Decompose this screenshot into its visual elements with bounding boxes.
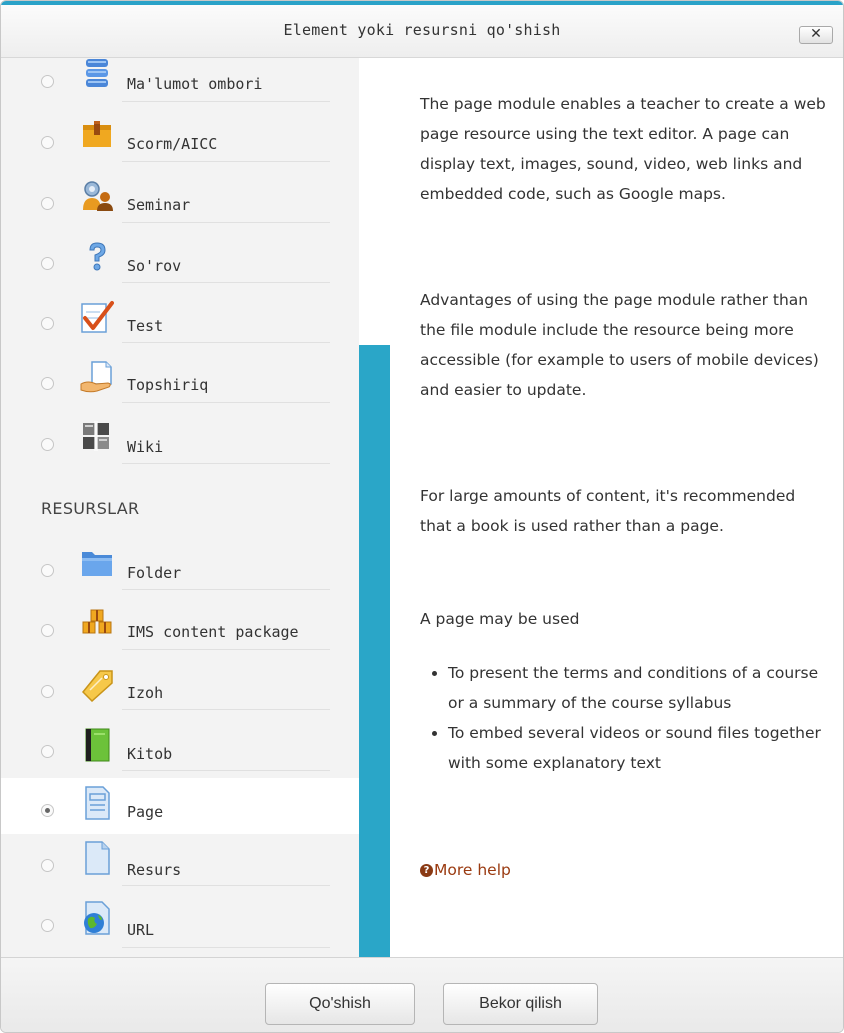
module-radio[interactable]: [41, 197, 54, 210]
module-label: IMS content package: [127, 623, 299, 641]
module-radio[interactable]: [41, 257, 54, 270]
help-paragraph: A page may be used: [420, 610, 580, 628]
dialog-title: Element yoki resursni qo'shish: [283, 21, 561, 39]
help-bullet: To embed several videos or sound files t…: [448, 718, 830, 778]
scrollbar-thumb[interactable]: [359, 345, 390, 957]
file-icon: [85, 841, 110, 875]
book-icon: [85, 728, 110, 762]
cancel-button[interactable]: Bekor qilish: [443, 983, 598, 1025]
module-label: Kitob: [127, 745, 173, 763]
help-paragraph: For large amounts of content, it's recom…: [420, 487, 796, 535]
divider: [122, 709, 330, 710]
module-label: So'rov: [127, 257, 182, 275]
divider: [122, 947, 330, 948]
more-help-label[interactable]: More help: [434, 861, 511, 879]
add-activity-dialog: Element yoki resursni qo'shish ✕ Ma'lumo…: [0, 0, 844, 1033]
quiz-check-icon: [81, 301, 114, 333]
module-option-wiki[interactable]: Wiki: [1, 418, 359, 478]
divider: [122, 589, 330, 590]
module-radio[interactable]: [41, 136, 54, 149]
module-radio[interactable]: [41, 859, 54, 872]
divider: [122, 770, 330, 771]
module-radio[interactable]: [41, 919, 54, 932]
module-option-page[interactable]: Page: [1, 778, 359, 834]
page-icon: [85, 786, 110, 820]
module-label: Ma'lumot ombori: [127, 75, 263, 93]
ims-package-icon: [82, 609, 112, 634]
module-radio[interactable]: [41, 685, 54, 698]
module-label: Izoh: [127, 684, 164, 702]
divider: [122, 282, 330, 283]
more-help-link[interactable]: ? More help: [420, 861, 511, 879]
divider: [122, 222, 330, 223]
module-label: Topshiriq: [127, 376, 209, 394]
help-paragraph: The page module enables a teacher to cre…: [420, 95, 826, 203]
module-option-folder[interactable]: Folder: [1, 544, 359, 604]
module-option-file[interactable]: Resurs: [1, 834, 359, 894]
workshop-people-icon: [83, 181, 113, 211]
add-button[interactable]: Qo'shish: [265, 983, 415, 1025]
help-panel: The page module enables a teacher to cre…: [390, 58, 843, 957]
divider: [122, 885, 330, 886]
module-radio[interactable]: [41, 564, 54, 577]
module-label: URL: [127, 921, 155, 939]
close-button[interactable]: ✕: [799, 26, 833, 44]
module-list: Ma'lumot ombori Scorm/AICC Seminar So'ro…: [1, 58, 359, 957]
module-option-scorm[interactable]: Scorm/AICC: [1, 118, 359, 178]
assignment-hand-icon: [80, 361, 112, 393]
module-label: Wiki: [127, 438, 164, 456]
section-heading-resources: RESURSLAR: [41, 499, 140, 518]
divider: [122, 101, 330, 102]
module-label: Folder: [127, 564, 182, 582]
divider: [122, 463, 330, 464]
folder-icon: [82, 552, 112, 576]
divider: [122, 649, 330, 650]
module-option-survey[interactable]: So'rov: [1, 238, 359, 298]
module-radio[interactable]: [41, 75, 54, 88]
wiki-icon: [83, 421, 109, 451]
module-radio-selected[interactable]: [41, 804, 54, 817]
module-option-seminar[interactable]: Seminar: [1, 178, 359, 238]
globe-icon: [84, 901, 110, 935]
module-option-database[interactable]: Ma'lumot ombori: [1, 58, 359, 118]
module-radio[interactable]: [41, 624, 54, 637]
module-option-book[interactable]: Kitob: [1, 724, 359, 784]
module-radio[interactable]: [41, 317, 54, 330]
module-radio[interactable]: [41, 377, 54, 390]
module-option-ims[interactable]: IMS content package: [1, 604, 359, 664]
module-label: Page: [127, 803, 164, 821]
database-icon: [86, 59, 108, 87]
module-label: Resurs: [127, 861, 182, 879]
module-radio[interactable]: [41, 438, 54, 451]
dialog-footer: Qo'shish Bekor qilish: [1, 957, 843, 1032]
module-list-scrollbar[interactable]: [359, 58, 390, 957]
help-question-icon: ?: [420, 863, 433, 877]
module-label: Seminar: [127, 196, 191, 214]
module-option-test[interactable]: Test: [1, 298, 359, 358]
module-label: Scorm/AICC: [127, 135, 218, 153]
divider: [122, 342, 330, 343]
help-bullet-list: To present the terms and conditions of a…: [420, 658, 830, 778]
module-option-url[interactable]: URL: [1, 894, 359, 954]
dialog-header: Element yoki resursni qo'shish ✕: [1, 5, 843, 58]
label-tag-icon: [81, 670, 113, 702]
divider: [122, 161, 330, 162]
scorm-package-icon: [83, 121, 111, 147]
module-option-label[interactable]: Izoh: [1, 664, 359, 724]
help-paragraph: Advantages of using the page module rath…: [420, 291, 819, 399]
module-label: Test: [127, 317, 164, 335]
help-bullet: To present the terms and conditions of a…: [448, 658, 830, 718]
module-option-assignment[interactable]: Topshiriq: [1, 358, 359, 418]
module-radio[interactable]: [41, 745, 54, 758]
question-mark-icon: [89, 242, 106, 271]
divider: [122, 402, 330, 403]
